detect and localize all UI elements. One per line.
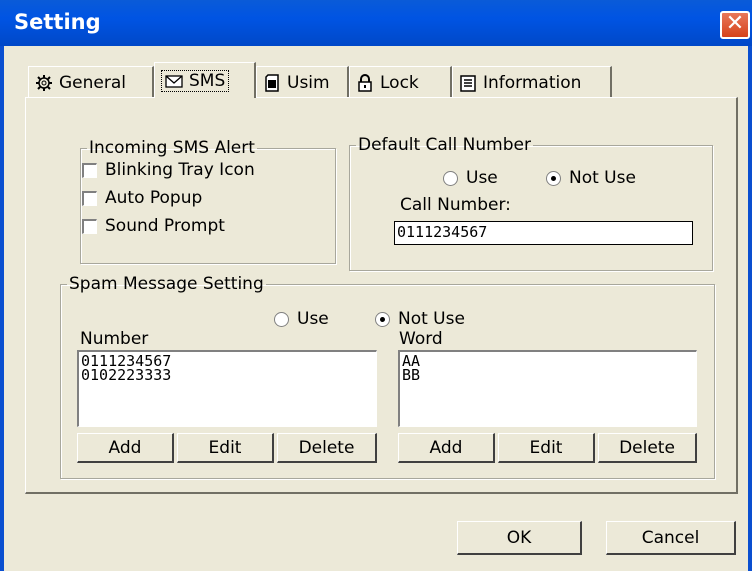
radio-circle[interactable] <box>443 170 458 186</box>
envelope-icon <box>165 74 183 88</box>
default-call-not-use-radio[interactable]: Not Use <box>546 168 636 188</box>
list-item[interactable]: AA <box>402 354 694 369</box>
tab-lock-label: Lock <box>380 72 419 93</box>
call-number-label: Call Number: <box>400 195 511 215</box>
radio-circle[interactable] <box>274 311 289 327</box>
radio-circle[interactable] <box>546 170 561 186</box>
blinking-tray-icon-checkbox[interactable]: Blinking Tray Icon <box>82 160 255 180</box>
close-icon: ✕ <box>725 11 745 36</box>
number-add-button[interactable]: Add <box>77 433 174 463</box>
spam-not-use-label: Not Use <box>398 309 465 329</box>
radio-circle[interactable] <box>375 311 390 327</box>
padlock-icon <box>358 73 372 92</box>
tab-information-label: Information <box>483 72 582 93</box>
word-edit-button[interactable]: Edit <box>498 433 595 463</box>
auto-popup-label: Auto Popup <box>105 188 203 208</box>
number-delete-button[interactable]: Delete <box>277 433 377 463</box>
document-icon <box>460 74 476 92</box>
sound-prompt-checkbox[interactable]: Sound Prompt <box>82 216 225 236</box>
spam-message-setting-legend: Spam Message Setting <box>69 274 264 294</box>
default-call-not-use-label: Not Use <box>569 168 636 188</box>
close-button[interactable]: ✕ <box>720 11 750 39</box>
tab-sms[interactable]: SMS <box>154 62 256 98</box>
default-call-use-label: Use <box>466 168 498 188</box>
spam-not-use-radio[interactable]: Not Use <box>375 309 465 329</box>
gear-icon <box>36 74 52 91</box>
incoming-sms-alert-legend: Incoming SMS Alert <box>89 138 255 158</box>
sim-card-icon <box>265 73 279 92</box>
cancel-button[interactable]: Cancel <box>606 521 736 555</box>
spam-use-radio[interactable]: Use <box>274 309 329 329</box>
window-frame-right <box>748 46 752 571</box>
checkbox-box[interactable] <box>82 218 97 234</box>
ok-button[interactable]: OK <box>457 521 582 555</box>
list-item[interactable]: BB <box>402 368 694 383</box>
checkbox-box[interactable] <box>82 162 97 178</box>
tab-general[interactable]: General <box>28 66 154 98</box>
number-list-label: Number <box>80 329 149 349</box>
word-add-button[interactable]: Add <box>398 433 495 463</box>
default-call-number-legend: Default Call Number <box>358 135 531 155</box>
list-item[interactable]: 0102223333 <box>81 368 374 383</box>
word-delete-button[interactable]: Delete <box>598 433 697 463</box>
sound-prompt-label: Sound Prompt <box>105 216 225 236</box>
spam-use-label: Use <box>297 309 329 329</box>
tab-usim[interactable]: Usim <box>256 66 349 98</box>
tab-lock[interactable]: Lock <box>349 66 452 98</box>
checkbox-box[interactable] <box>82 190 97 206</box>
call-number-input[interactable]: 0111234567 <box>394 221 693 245</box>
number-listbox[interactable]: 0111234567 0102223333 <box>77 350 377 427</box>
tab-sms-label: SMS <box>189 70 226 91</box>
tab-general-label: General <box>59 72 126 93</box>
auto-popup-checkbox[interactable]: Auto Popup <box>82 188 202 208</box>
title-bar <box>0 0 752 46</box>
word-listbox[interactable]: AA BB <box>398 350 697 427</box>
blinking-tray-icon-label: Blinking Tray Icon <box>105 160 255 180</box>
default-call-use-radio[interactable]: Use <box>443 168 498 188</box>
word-list-label: Word <box>399 329 443 349</box>
tab-usim-label: Usim <box>287 72 330 93</box>
number-edit-button[interactable]: Edit <box>177 433 274 463</box>
window-title: Setting <box>14 10 101 34</box>
tab-information[interactable]: Information <box>452 66 612 98</box>
window-frame-left <box>0 46 4 571</box>
